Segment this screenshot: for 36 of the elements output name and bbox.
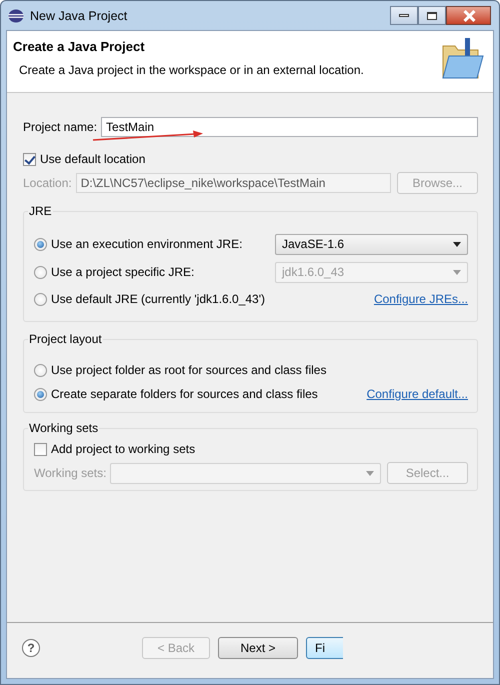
dropdown-arrow-icon [366,470,374,476]
radio-label: Use a project specific JRE: [51,265,196,279]
radio-label: Use project folder as root for sources and class files [51,363,328,377]
checkbox[interactable] [34,442,47,456]
dropdown[interactable]: JavaSE-1.6 [275,234,468,254]
minimize-button[interactable] [390,6,418,25]
maximize-button[interactable] [418,6,446,25]
checkbox[interactable] [23,152,36,166]
checkbox-label: Add project to working sets [51,442,196,456]
help-button[interactable]: ? [22,638,40,656]
radio-label: Create separate folders for sources and class files [51,387,319,401]
field-label: Working sets: [34,466,106,480]
field-label: Location: [23,176,72,190]
link[interactable]: Configure JREs... [374,292,468,306]
group-title: Project layout [28,332,103,346]
dialog-button[interactable]: Next > [218,636,298,658]
project-name-field[interactable]: TestMain [101,117,478,137]
dropdown-arrow-icon [453,242,461,246]
window-title: New Java Project [30,8,128,22]
radio-label: Use an execution environment JRE: [51,237,244,251]
group-title: Working sets [28,421,100,435]
radio-button[interactable] [34,388,47,400]
dialog-button[interactable]: Fi [306,636,343,658]
link[interactable]: Configure default... [366,387,468,401]
page-title: Create a Java Project [13,39,146,54]
close-button[interactable] [446,6,491,25]
checkbox-label: Use default location [40,152,146,166]
radio-button[interactable] [34,292,47,306]
radio-button[interactable] [34,238,47,250]
radio-label: Use default JRE (currently 'jdk1.6.0_43') [51,292,266,306]
page-description: Create a Java project in the workspace or in an external location. [19,63,365,77]
group-title: JRE [28,204,53,218]
dropdown-arrow-icon [453,270,461,274]
radio-button[interactable] [34,364,47,376]
app-icon [8,8,24,22]
field-label: Project name: [23,120,98,134]
